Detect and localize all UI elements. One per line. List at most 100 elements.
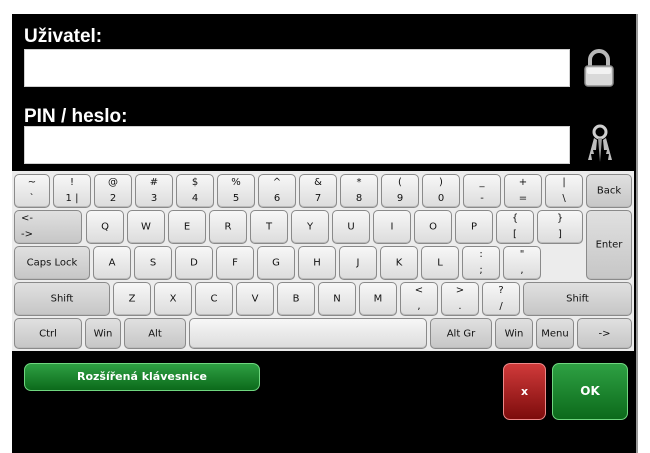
key-alt-gr[interactable]: Alt Gr [430,318,492,349]
key-9[interactable]: (9 [381,174,419,208]
key-z[interactable]: Z [113,282,151,316]
key-0[interactable]: ) 0 [422,174,460,208]
key-label: C [210,293,218,305]
key-shift-left[interactable]: Shift [14,282,110,316]
key-y[interactable]: Y [291,210,329,244]
key-p[interactable]: P [455,210,493,244]
key-label: Caps Lock [26,257,78,269]
pin-label: PIN / heslo: [24,106,128,127]
key-label: V [251,293,259,305]
key-label: N [333,293,341,305]
key-bottom-label: 7 [314,193,322,204]
key-1[interactable]: ! 1 | [53,174,91,208]
key-c[interactable]: C [195,282,233,316]
key-w[interactable]: W [127,210,165,244]
key-n[interactable]: N [318,282,356,316]
key-d[interactable]: D [175,246,213,280]
key-3[interactable]: #3 [135,174,173,208]
key-label: L [437,257,443,269]
key-bottom-label: 8 [355,193,363,204]
key-label: H [313,257,321,269]
extended-keyboard-button[interactable]: Rozšířená klávesnice [24,363,260,391]
key-8[interactable]: * 8 [340,174,378,208]
key-4[interactable]: $4 [176,174,214,208]
key-b[interactable]: B [277,282,315,316]
key-t[interactable]: T [250,210,288,244]
key-win-right[interactable]: Win [495,318,533,349]
key-slash[interactable]: ? / [482,282,520,316]
key-m[interactable]: M [359,282,397,316]
key-backtick[interactable]: ~ ` [14,174,50,208]
username-label: Uživatel: [24,26,103,47]
key-label: X [169,293,177,305]
key-j[interactable]: J [339,246,377,280]
key-space[interactable] [189,318,427,349]
key-top-label: : [479,249,483,260]
key-label: W [141,221,151,233]
key-x[interactable]: X [154,282,192,316]
key-bottom-label: , [417,301,421,312]
key-bottom-label: [ [513,229,517,240]
key-r[interactable]: R [209,210,247,244]
key-alt[interactable]: Alt [124,318,186,349]
key-equals[interactable]: + = [504,174,542,208]
key-6[interactable]: ^ 6 [258,174,296,208]
username-field[interactable] [24,49,570,87]
key-label: Q [101,221,109,233]
pin-field[interactable] [24,126,570,164]
key-enter[interactable]: Enter [586,210,632,280]
key-top-label: ^ [272,177,282,188]
key-minus[interactable]: _ - [463,174,501,208]
cancel-button[interactable]: x [503,363,546,420]
key-f[interactable]: F [216,246,254,280]
key-arrow[interactable]: -> [577,318,632,349]
key-comma[interactable]: <, [400,282,438,316]
key-2[interactable]: @2 [94,174,132,208]
key-label: -> [598,328,611,339]
key-l[interactable]: L [421,246,459,280]
key-top-label: } [556,213,564,224]
key-i[interactable]: I [373,210,411,244]
key-h[interactable]: H [298,246,336,280]
key-s[interactable]: S [134,246,172,280]
key-top-label: # [149,177,159,188]
key-q[interactable]: Q [86,210,124,244]
key-bottom-label: = [518,193,528,204]
key-label: O [429,221,437,233]
key-o[interactable]: O [414,210,452,244]
key-label: I [390,221,394,233]
key-top-label: ) [439,177,443,188]
key-5[interactable]: % 5 [217,174,255,208]
ok-button[interactable]: OK [552,363,628,420]
key-shift-right[interactable]: Shift [523,282,632,316]
key-menu[interactable]: Menu [536,318,574,349]
key-quote[interactable]: ", [503,246,541,280]
key-k[interactable]: K [380,246,418,280]
key-label: Shift [50,293,74,305]
key-label: T [265,221,273,233]
key-g[interactable]: G [257,246,295,280]
key-period[interactable]: >. [441,282,479,316]
key-bottom-label: . [458,301,462,312]
key-7[interactable]: & 7 [299,174,337,208]
key-win-left[interactable]: Win [85,318,121,349]
key-close-bracket[interactable]: }] [537,210,583,244]
key-semicolon[interactable]: :; [462,246,500,280]
key-top-label: <- [21,213,33,224]
key-a[interactable]: A [93,246,131,280]
key-tab[interactable]: <- -> [14,210,82,244]
key-u[interactable]: U [332,210,370,244]
virtual-keyboard: ~ ` ! 1 | @2 #3 $4 % 5 ^ 6 & 7 * 8 (9 ) 0 _ - + =… [12,171,634,351]
key-label: Win [504,328,524,339]
key-ctrl[interactable]: Ctrl [14,318,82,349]
key-e[interactable]: E [168,210,206,244]
key-v[interactable]: V [236,282,274,316]
key-top-label: ~ [27,177,37,188]
key-caps-lock[interactable]: Caps Lock [14,246,90,280]
key-label: R [224,221,232,233]
key-bottom-label: 6 [273,193,281,204]
key-open-bracket[interactable]: {[ [496,210,534,244]
key-label: M [373,293,383,305]
key-backspace[interactable]: Back [586,174,632,208]
key-backslash[interactable]: | \ [545,174,583,208]
